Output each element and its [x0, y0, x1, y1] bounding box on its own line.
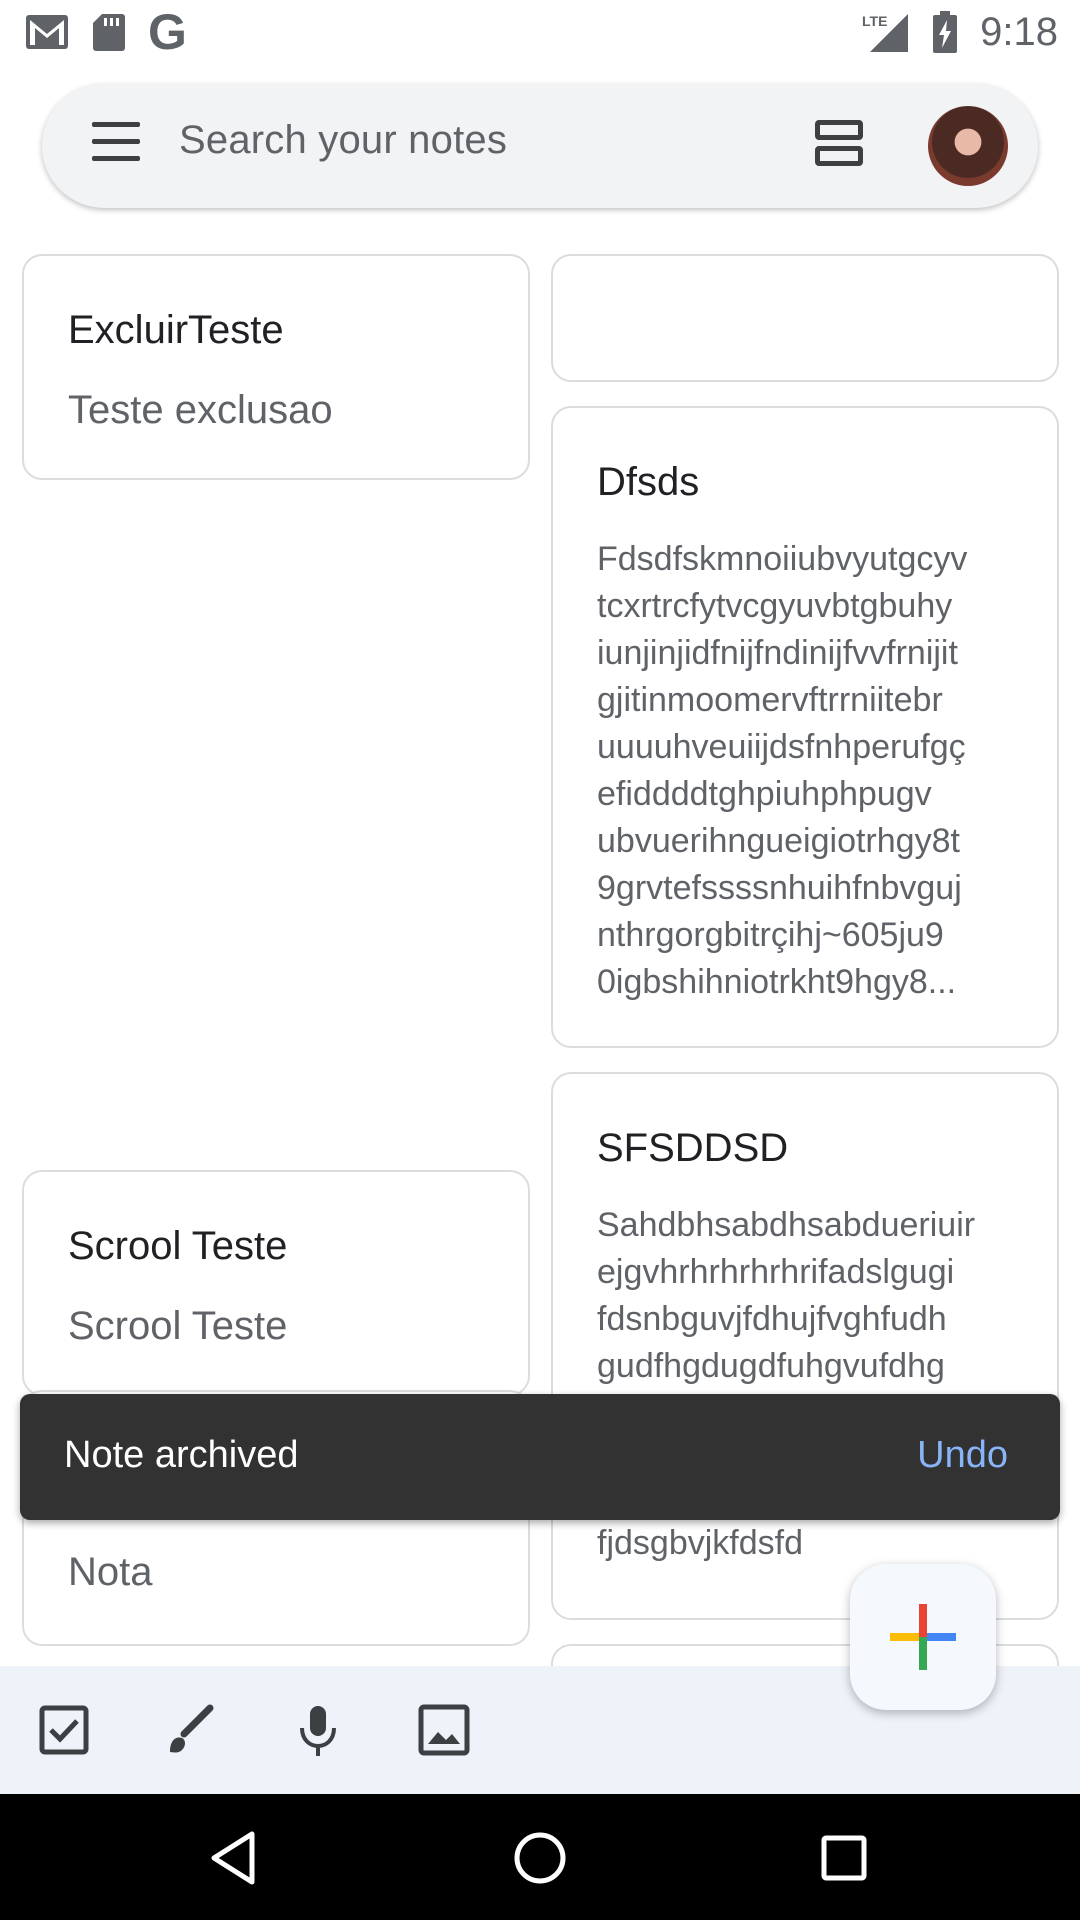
brush-icon[interactable] — [162, 1702, 218, 1758]
image-icon[interactable] — [416, 1702, 472, 1758]
undo-button[interactable]: Undo — [917, 1434, 1008, 1477]
snackbar: Note archived Undo — [20, 1394, 1060, 1520]
checkbox-icon[interactable] — [36, 1702, 92, 1758]
battery-charging-icon — [933, 11, 958, 53]
hamburger-menu-icon[interactable] — [92, 122, 158, 170]
note-body-line: gudfhgdugdfuhgvufdhg — [597, 1347, 945, 1385]
note-body-line: nthrgorgbitrçihj~605ju9 — [597, 916, 944, 954]
note-body-line: gjitinmoomervftrrniitebr — [597, 681, 943, 719]
note-title: SFSDDSD — [597, 1126, 789, 1170]
new-note-button[interactable] — [850, 1564, 996, 1710]
home-icon[interactable] — [510, 1828, 570, 1888]
note-body-line: ubvuerihngueigiotrhgy8t — [597, 822, 960, 860]
search-input[interactable]: Search your notes — [179, 118, 507, 163]
note-body-line: Sahdbhsabdhsabdueriuir — [597, 1206, 976, 1244]
note-body: Teste exclusao — [68, 388, 333, 432]
note-body-line: 9grvtefssssnhuihfnbvguj — [597, 869, 962, 907]
plus-icon — [890, 1604, 956, 1670]
google-g-icon: G — [148, 4, 187, 60]
navigation-bar — [0, 1794, 1080, 1920]
note-body: Scrool Teste — [68, 1304, 288, 1348]
note-title: Scrool Teste — [68, 1224, 288, 1268]
gmail-icon — [26, 15, 68, 49]
note-title: ExcluirTeste — [68, 308, 284, 352]
note-card[interactable]: ExcluirTeste Teste exclusao — [22, 254, 530, 480]
signal-icon: LTE — [862, 13, 909, 52]
note-body-line: fjdsgbvjkfdsfd — [597, 1524, 803, 1562]
note-body: Fdsdfskmnoiiubvyutgcyv tcxrtrcfytvcgyuvb… — [597, 536, 1023, 1006]
note-card[interactable] — [551, 254, 1059, 382]
note-body-line: ejgvhrhrhrhrhrifadslgugi — [597, 1253, 955, 1291]
avatar[interactable] — [928, 106, 1008, 186]
note-body-line: tcxrtrcfytvcgyuvbtgbuhy — [597, 587, 953, 625]
sd-card-icon — [93, 14, 125, 51]
recents-icon[interactable] — [814, 1828, 874, 1888]
list-view-icon[interactable] — [815, 120, 867, 174]
note-body-line: uuuuhveuiijdsfnhperufgç — [597, 728, 966, 766]
status-bar-left: G — [24, 7, 187, 57]
screen: G LTE 9:18 Search your notes ExcluirTest — [0, 0, 1080, 1920]
status-bar-right: LTE 9:18 — [862, 10, 1058, 55]
note-body-line: Fdsdfskmnoiiubvyutgcyv — [597, 540, 968, 578]
status-time: 9:18 — [980, 9, 1058, 54]
note-card[interactable]: SFSDDSD Sahdbhsabdhsabdueriuir ejgvhrhrh… — [551, 1072, 1059, 1620]
note-body-line: iunjinjidfnijfndinijfvvfrnijit — [597, 634, 958, 672]
note-body-line: fdsnbguvjfdhujfvghfudh — [597, 1300, 947, 1338]
note-card[interactable]: Dfsds Fdsdfskmnoiiubvyutgcyv tcxrtrcfytv… — [551, 406, 1059, 1048]
note-body: Sahdbhsabdhsabdueriuir ejgvhrhrhrhrhrifa… — [597, 1202, 1023, 1390]
note-card[interactable]: Scrool Teste Scrool Teste — [22, 1170, 530, 1396]
back-icon[interactable] — [206, 1828, 266, 1888]
note-body: Nota — [68, 1550, 153, 1594]
snackbar-message: Note archived — [64, 1434, 299, 1476]
note-body-line: efiddddtghpiuhphpugv — [597, 775, 932, 813]
microphone-icon[interactable] — [290, 1702, 346, 1758]
search-bar[interactable]: Search your notes — [42, 84, 1038, 208]
note-title: Dfsds — [597, 460, 700, 504]
note-body-line: 0igbshihniotrkht9hgy8... — [597, 963, 957, 1001]
status-bar: G LTE 9:18 — [0, 0, 1080, 64]
svg-text:LTE: LTE — [862, 13, 887, 29]
